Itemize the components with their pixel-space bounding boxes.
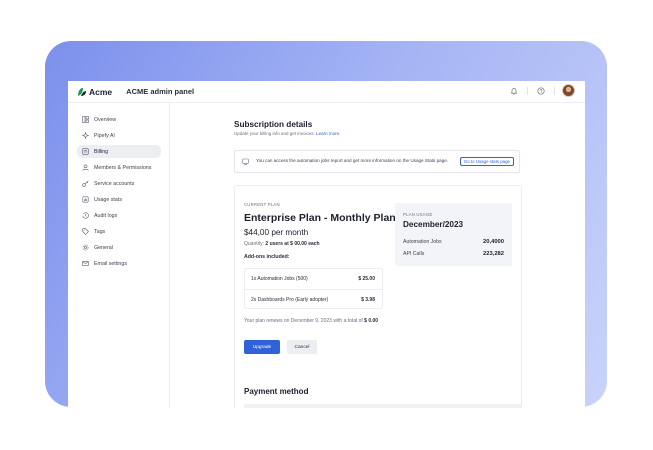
cancel-button[interactable]: Cancel	[287, 340, 317, 354]
bell-icon[interactable]	[508, 85, 520, 97]
sparkle-icon	[81, 132, 89, 140]
sidebar-item-label: Usage stats	[94, 196, 122, 203]
page-title: Subscription details	[234, 120, 313, 129]
sidebar-item-email-settings[interactable]: Email settings	[77, 257, 161, 270]
notice-text: You can access the automation jobs repor…	[256, 158, 449, 164]
page-subtitle: Update your billing info and get invoice…	[234, 131, 340, 136]
plan-name: Enterprise Plan - Monthly Plan	[244, 212, 396, 224]
page-subtitle-text: Update your billing info and get invoice…	[234, 131, 315, 136]
plan-usage-panel: PLAN USAGE December/2023 Automation Jobs…	[395, 203, 512, 266]
upgrade-button[interactable]: Upgrade	[244, 340, 280, 354]
top-bar: Acme ACME admin panel	[68, 81, 585, 103]
brand[interactable]: Acme	[77, 87, 112, 97]
sidebar-item-billing[interactable]: Billing	[77, 145, 161, 158]
info-box-icon	[242, 158, 250, 166]
plan-quantity: Quantity: 2 users at $ 00.00 each	[244, 241, 320, 247]
gear-icon	[81, 244, 89, 252]
learn-more-link[interactable]: Learn more.	[316, 131, 340, 136]
payment-method-title: Payment method	[244, 387, 309, 396]
payment-method-section	[244, 404, 522, 408]
topbar-divider	[554, 86, 555, 95]
sidebar-item-label: General	[94, 244, 113, 251]
sidebar-item-audit-logs[interactable]: Audit logs	[77, 209, 161, 222]
addons-list: 1x Automation Jobs (500) $ 25.00 2x Dash…	[244, 268, 383, 309]
addons-title: Add-ons included:	[244, 254, 290, 260]
usage-row-value: 20,4000	[483, 239, 504, 245]
sidebar-item-label: Overview	[94, 116, 117, 123]
panel-title: ACME admin panel	[126, 87, 195, 96]
usage-row-name: Automation Jobs	[403, 239, 442, 245]
current-plan-label: CURRENT PLAN	[244, 202, 280, 207]
plan-price: $44,00 per month	[244, 228, 309, 237]
acme-logo-icon	[78, 87, 86, 96]
sidebar: Overview Pipefy AI Billing Members & Per…	[68, 103, 170, 408]
plan-usage-label: PLAN USAGE	[403, 212, 433, 217]
sidebar-item-tags[interactable]: Tags	[77, 225, 161, 238]
chart-icon	[81, 196, 89, 204]
sidebar-item-label: Members & Permissions	[94, 164, 152, 171]
sidebar-item-label: Tags	[94, 228, 106, 235]
help-icon[interactable]	[535, 85, 547, 97]
usage-row-name: API Calls	[403, 251, 425, 257]
sidebar-item-pipefy-ai[interactable]: Pipefy AI	[77, 129, 161, 142]
sidebar-item-members[interactable]: Members & Permissions	[77, 161, 161, 174]
usage-row-value: 223,282	[483, 251, 504, 257]
history-icon	[81, 212, 89, 220]
screenshot-stage: Acme ACME admin panel Overview Pipefy AI…	[0, 0, 653, 450]
list-item: 2x Dashboards Pro (Early adopter) $ 3.98	[245, 289, 382, 309]
main-content: Subscription details Update your billing…	[171, 103, 585, 408]
addon-price: $ 3.98	[361, 296, 375, 303]
plan-card: CURRENT PLAN Enterprise Plan - Monthly P…	[234, 185, 522, 408]
renewal-amount: $ 0.00	[364, 318, 379, 324]
addon-name: 1x Automation Jobs (500)	[251, 276, 308, 282]
sidebar-item-label: Audit logs	[94, 212, 118, 219]
tag-icon	[81, 228, 89, 236]
topbar-divider	[527, 86, 528, 95]
plan-usage-month: December/2023	[403, 220, 464, 229]
list-item: 1x Automation Jobs (500) $ 25.00	[245, 269, 382, 289]
sidebar-item-label: Billing	[94, 148, 109, 155]
usage-notice: You can access the automation jobs repor…	[234, 150, 520, 173]
sidebar-item-label: Email settings	[94, 260, 127, 267]
sidebar-item-overview[interactable]: Overview	[77, 113, 161, 126]
mail-icon	[81, 260, 89, 268]
key-icon	[81, 180, 89, 188]
renewal-info: Your plan renews on December 9, 2023 wit…	[244, 318, 389, 325]
plan-quantity-prefix: Quantity:	[244, 241, 265, 247]
sidebar-item-usage-stats[interactable]: Usage stats	[77, 193, 161, 206]
overview-icon	[81, 116, 89, 124]
go-to-usage-stats-button[interactable]: Go to Usage stats page	[459, 157, 514, 166]
usage-row: API Calls 223,282	[403, 251, 504, 257]
plan-quantity-value: 2 users at $ 00.00 each	[265, 241, 320, 247]
addon-price: $ 25.00	[358, 276, 375, 282]
admin-window: Acme ACME admin panel Overview Pipefy AI…	[68, 81, 585, 408]
billing-icon	[81, 148, 89, 156]
avatar[interactable]	[562, 84, 575, 97]
members-icon	[81, 164, 89, 172]
usage-row: Automation Jobs 20,4000	[403, 239, 504, 245]
topbar-actions	[508, 84, 575, 97]
sidebar-item-label: Service accounts	[94, 180, 135, 187]
sidebar-item-general[interactable]: General	[77, 241, 161, 254]
sidebar-item-service-accounts[interactable]: Service accounts	[77, 177, 161, 190]
brand-name: Acme	[89, 86, 113, 97]
addon-name: 2x Dashboards Pro (Early adopter)	[251, 296, 329, 303]
renewal-text: Your plan renews on December 9, 2023 wit…	[244, 318, 363, 324]
sidebar-item-label: Pipefy AI	[94, 132, 115, 139]
